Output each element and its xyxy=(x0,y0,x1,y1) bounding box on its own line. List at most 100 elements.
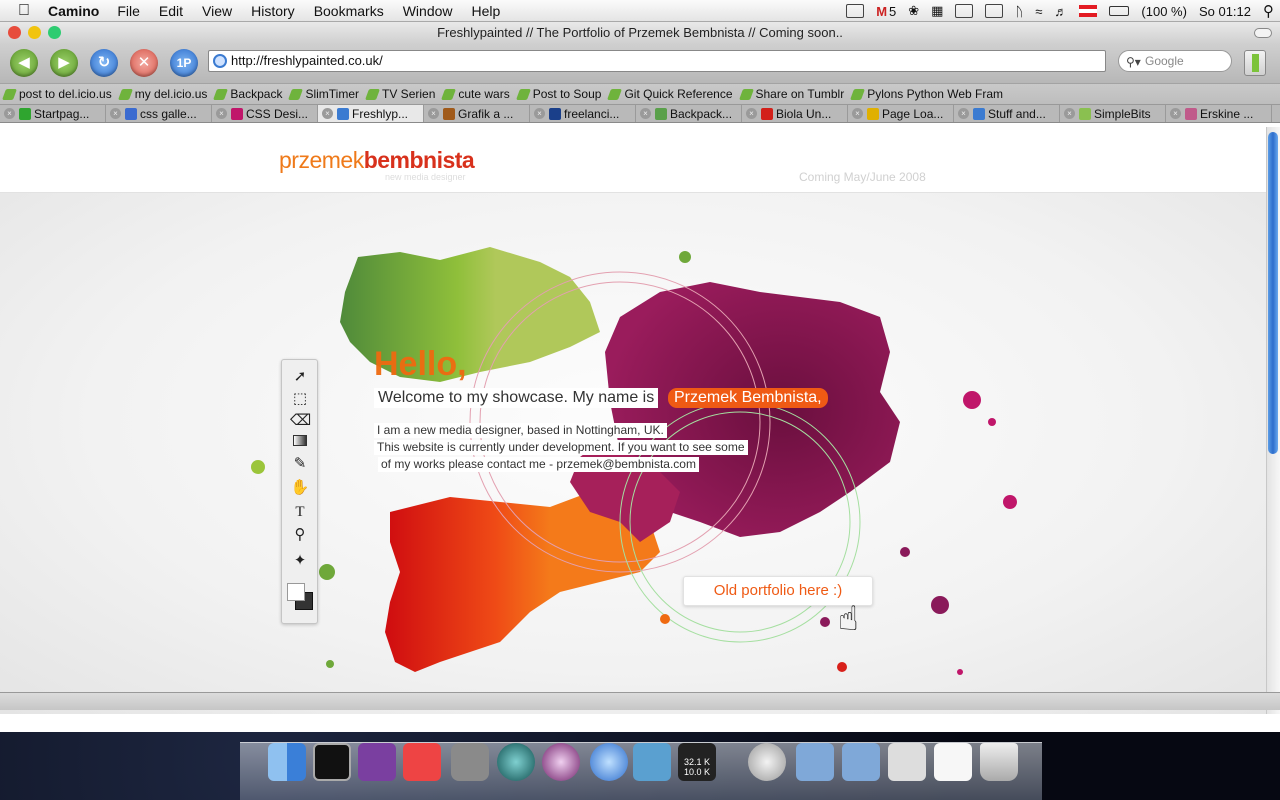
toolbar-toggle-button[interactable] xyxy=(1254,28,1272,38)
menu-help[interactable]: Help xyxy=(472,3,501,19)
bookmark-item[interactable]: TV Serien xyxy=(365,87,435,101)
memory-icon[interactable] xyxy=(985,4,1004,18)
close-tab-icon[interactable]: × xyxy=(428,108,439,119)
close-tab-icon[interactable]: × xyxy=(1170,108,1181,119)
finder-dock-icon[interactable] xyxy=(268,743,306,781)
zoom-window-button[interactable] xyxy=(48,26,61,39)
browser-tab[interactable]: × Biola Un... xyxy=(742,105,848,122)
stop-button[interactable]: ✕ xyxy=(130,49,158,77)
documents-folder-dock-icon[interactable] xyxy=(796,743,834,781)
welcome-text: Welcome to my showcase. My name is xyxy=(374,388,659,408)
bookmark-icon xyxy=(288,88,304,100)
mail-dock-icon[interactable] xyxy=(748,743,786,781)
address-bar[interactable]: http://freshlypainted.co.uk/ xyxy=(208,50,1106,72)
close-tab-icon[interactable]: × xyxy=(852,108,863,119)
battery-percent[interactable]: (100 %) xyxy=(1141,4,1187,19)
flag-austria-icon[interactable] xyxy=(1079,5,1098,17)
search-field[interactable]: ⚲▾ Google xyxy=(1118,50,1232,72)
close-tab-icon[interactable]: × xyxy=(640,108,651,119)
close-tab-icon[interactable]: × xyxy=(958,108,969,119)
favicon-icon xyxy=(125,107,137,120)
bookmark-item[interactable]: my del.icio.us xyxy=(117,87,207,101)
bookmark-item[interactable]: cute wars xyxy=(441,87,510,101)
battery-icon[interactable] xyxy=(1109,6,1130,16)
browser-tab[interactable]: × css galle... xyxy=(106,105,212,122)
browser-tab[interactable]: × Backpack... xyxy=(636,105,742,122)
browser-tab[interactable]: × SimpleBits xyxy=(1060,105,1166,122)
bookmark-item[interactable]: Backpack xyxy=(213,87,282,101)
browser-tab[interactable]: × Startpag... xyxy=(0,105,106,122)
brush-tool-icon: ✎ xyxy=(293,455,307,472)
iphoto-dock-icon[interactable] xyxy=(633,743,671,781)
browser-tab[interactable]: × CSS Desi... xyxy=(212,105,318,122)
favicon-icon xyxy=(19,107,31,120)
browser-tab[interactable]: × freelanci... xyxy=(530,105,636,122)
back-button[interactable]: ◀ xyxy=(10,49,38,77)
window-title: Freshlypainted // The Portfolio of Przem… xyxy=(437,25,843,40)
browser-tab[interactable]: × Freshlyp... xyxy=(318,105,424,122)
web-page: przemekbembnista new media designer Comi… xyxy=(0,127,1266,714)
search-icon[interactable]: ⚲▾ xyxy=(1126,52,1141,72)
minimize-window-button[interactable] xyxy=(28,26,41,39)
forward-button[interactable]: ▶ xyxy=(50,49,78,77)
browser-tab[interactable]: × Stuff and... xyxy=(954,105,1060,122)
browser-tab[interactable]: × Page Loa... xyxy=(848,105,954,122)
bookmark-label: Share on Tumblr xyxy=(755,87,845,101)
close-tab-icon[interactable]: × xyxy=(322,108,333,119)
close-tab-icon[interactable]: × xyxy=(746,108,757,119)
menubar-clock[interactable]: So 01:12 xyxy=(1199,4,1251,19)
drive-dock-icon[interactable] xyxy=(888,743,926,781)
apple-menu-icon[interactable]:  xyxy=(0,2,48,20)
browser-tab[interactable]: × Grafik a ... xyxy=(424,105,530,122)
bookmark-item[interactable]: post to del.icio.us xyxy=(1,87,112,101)
menu-bookmarks[interactable]: Bookmarks xyxy=(314,3,384,19)
trash-dock-icon[interactable] xyxy=(980,743,1018,781)
wifi-icon[interactable]: ≈ xyxy=(1035,4,1042,19)
bookmark-item[interactable]: SlimTimer xyxy=(288,87,359,101)
close-window-button[interactable] xyxy=(8,26,21,39)
menu-view[interactable]: View xyxy=(202,3,232,19)
bookmark-item[interactable]: Share on Tumblr xyxy=(738,87,845,101)
browser-tab[interactable]: × Erskine ... xyxy=(1166,105,1272,122)
bluetooth-icon[interactable]: ᚢ xyxy=(1015,4,1023,19)
close-tab-icon[interactable]: × xyxy=(1064,108,1075,119)
adium-dock-icon[interactable] xyxy=(542,743,580,781)
reload-button[interactable]: ↻ xyxy=(90,49,118,77)
intro-line-3[interactable]: of my works please contact me - przemek@… xyxy=(378,457,699,472)
gmail-icon[interactable]: M xyxy=(876,4,887,19)
menu-file[interactable]: File xyxy=(117,3,140,19)
notes-dock-icon[interactable] xyxy=(934,743,972,781)
split-icon[interactable]: ▦ xyxy=(931,3,943,19)
spotlight-icon[interactable]: ⚲ xyxy=(1263,2,1274,20)
menu-app-name[interactable]: Camino xyxy=(48,3,99,19)
bookmark-sidebar-button[interactable] xyxy=(1244,50,1266,76)
close-tab-icon[interactable]: × xyxy=(216,108,227,119)
bookmark-item[interactable]: Post to Soup xyxy=(515,87,601,101)
network-monitor-dock-icon[interactable]: 32.1 K 10.0 K xyxy=(678,743,716,781)
tab-label: Freshlyp... xyxy=(352,106,409,121)
terminal-dock-icon[interactable] xyxy=(313,743,351,781)
menu-window[interactable]: Window xyxy=(403,3,453,19)
applications-folder-dock-icon[interactable] xyxy=(842,743,880,781)
close-tab-icon[interactable]: × xyxy=(110,108,121,119)
system-preferences-dock-icon[interactable] xyxy=(451,743,489,781)
growl-paw-icon[interactable]: ❀ xyxy=(908,3,919,19)
scrollbar-thumb[interactable] xyxy=(1268,132,1278,454)
time-machine-dock-icon[interactable] xyxy=(497,743,535,781)
mail-count[interactable]: 5 xyxy=(889,4,896,19)
bookmark-item[interactable]: Git Quick Reference xyxy=(607,87,733,101)
volume-icon[interactable]: ♬ xyxy=(1054,4,1067,19)
cssedit-dock-icon[interactable] xyxy=(403,743,441,781)
menu-edit[interactable]: Edit xyxy=(159,3,183,19)
close-tab-icon[interactable]: × xyxy=(534,108,545,119)
onepassword-button[interactable]: 1P xyxy=(170,49,198,77)
calendar-icon[interactable] xyxy=(846,4,865,18)
close-tab-icon[interactable]: × xyxy=(4,108,15,119)
menu-history[interactable]: History xyxy=(251,3,295,19)
coda-dock-icon[interactable] xyxy=(358,743,396,781)
display-icon[interactable] xyxy=(955,4,974,18)
site-logo[interactable]: przemekbembnista xyxy=(279,147,475,174)
camino-dock-icon[interactable] xyxy=(590,743,628,781)
hello-heading: Hello, xyxy=(374,345,467,383)
bookmark-item[interactable]: Pylons Python Web Fram xyxy=(850,87,1003,101)
